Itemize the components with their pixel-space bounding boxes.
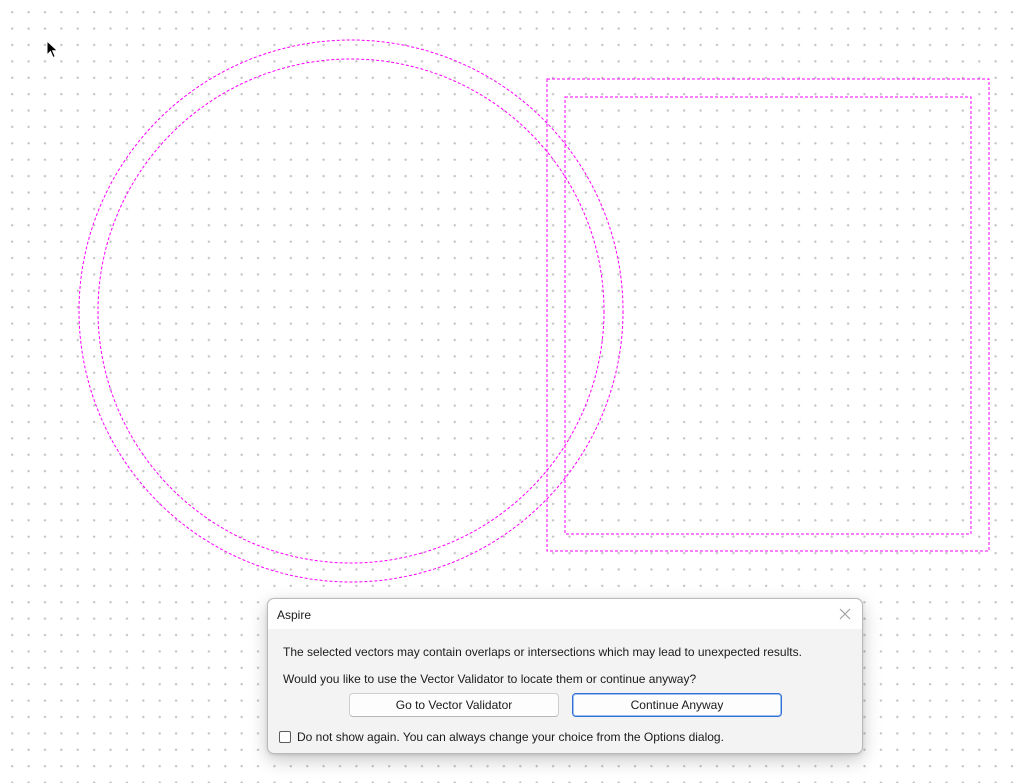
close-button[interactable]: [834, 603, 856, 625]
dialog-titlebar[interactable]: Aspire: [268, 599, 862, 629]
inner-circle-vector[interactable]: [97, 58, 605, 564]
do-not-show-again-row[interactable]: Do not show again. You can always change…: [279, 730, 724, 744]
dialog-title: Aspire: [277, 608, 312, 622]
do-not-show-again-label[interactable]: Do not show again. You can always change…: [297, 730, 724, 744]
outer-rectangle-vector[interactable]: [546, 78, 990, 552]
dialog-message-line1: The selected vectors may contain overlap…: [283, 645, 802, 659]
outer-circle-vector[interactable]: [78, 39, 624, 583]
do-not-show-again-checkbox[interactable]: [279, 731, 291, 743]
close-icon: [839, 608, 851, 620]
arrow-cursor-icon: [46, 40, 59, 59]
dialog-message-line2: Would you like to use the Vector Validat…: [283, 672, 697, 686]
go-to-vector-validator-button[interactable]: Go to Vector Validator: [349, 693, 559, 717]
continue-anyway-button[interactable]: Continue Anyway: [572, 693, 782, 717]
inner-rectangle-vector[interactable]: [564, 96, 972, 535]
confirmation-dialog: Aspire The selected vectors may contain …: [267, 598, 863, 754]
